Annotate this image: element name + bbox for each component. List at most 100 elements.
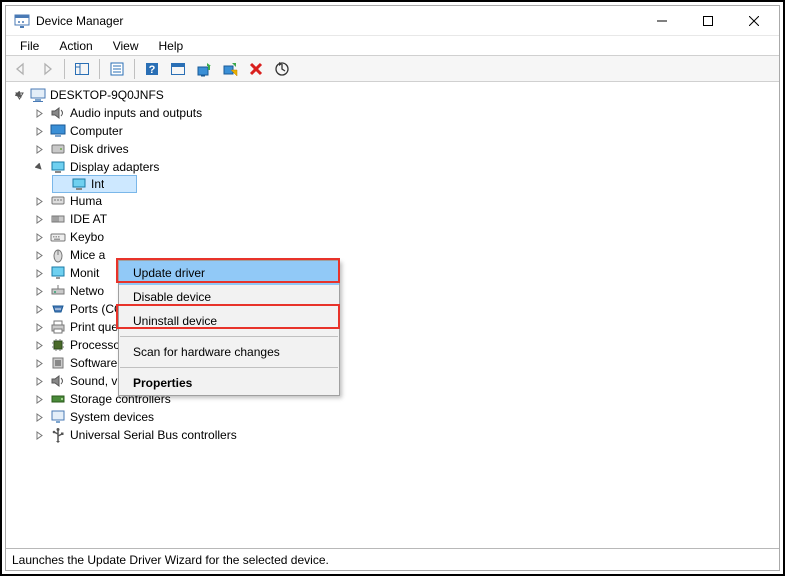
storage-controller-icon [50,391,66,407]
category-label: Computer [70,124,123,138]
monitor-icon [50,265,66,281]
minimize-button[interactable] [639,6,685,36]
port-icon [50,301,66,317]
expand-icon[interactable] [32,106,46,120]
menu-separator [120,367,338,368]
expand-icon[interactable] [32,124,46,138]
menu-view[interactable]: View [103,37,149,55]
forward-button[interactable] [36,58,58,80]
category-label: Netwo [70,284,104,298]
app-icon [14,13,30,29]
help-button[interactable]: ? [141,58,163,80]
menu-update-driver[interactable]: Update driver [119,261,339,285]
display-adapter-icon [50,159,66,175]
expand-icon[interactable] [32,212,46,226]
menu-scan-hardware[interactable]: Scan for hardware changes [119,340,339,364]
action-list-button[interactable] [167,58,189,80]
statusbar: Launches the Update Driver Wizard for th… [6,548,779,570]
category-label: Mice a [70,248,105,262]
expand-icon[interactable] [32,392,46,406]
root-node[interactable]: DESKTOP-9Q0JNFS [12,86,779,104]
titlebar: Device Manager [6,6,779,36]
category-display[interactable]: Display adapters [32,158,779,176]
disable-device-button[interactable] [219,58,241,80]
maximize-button[interactable] [685,6,731,36]
hid-icon [50,193,66,209]
expand-icon[interactable] [32,356,46,370]
usb-icon [50,427,66,443]
monitor-icon [50,123,66,139]
expand-icon[interactable] [32,266,46,280]
expand-icon[interactable] [32,230,46,244]
cpu-icon [50,337,66,353]
expand-icon[interactable] [32,194,46,208]
category-label: Keybo [70,230,104,244]
category-usb[interactable]: Universal Serial Bus controllers [32,426,779,444]
update-driver-button[interactable] [193,58,215,80]
device-display-child[interactable]: Int [52,175,137,193]
disk-icon [50,141,66,157]
menu-disable-device[interactable]: Disable device [119,285,339,309]
show-hide-console-tree-button[interactable] [71,58,93,80]
category-computer[interactable]: Computer [32,122,779,140]
category-disk[interactable]: Disk drives [32,140,779,158]
scan-hardware-button[interactable] [271,58,293,80]
expand-icon[interactable] [32,248,46,262]
properties-button[interactable] [106,58,128,80]
root-label: DESKTOP-9Q0JNFS [50,88,164,102]
menubar: File Action View Help [6,36,779,56]
context-menu: Update driver Disable device Uninstall d… [118,260,340,396]
category-label: IDE AT [70,212,107,226]
expand-icon[interactable] [32,428,46,442]
category-label: Monit [70,266,99,280]
ide-icon [50,211,66,227]
speaker-icon [50,105,66,121]
collapse-icon[interactable] [12,88,26,102]
menu-file[interactable]: File [10,37,49,55]
toolbar-separator [134,59,135,79]
menu-separator [120,336,338,337]
category-label: Audio inputs and outputs [70,106,202,120]
category-keyboards[interactable]: Keybo [32,228,779,246]
device-manager-window: Device Manager File Action View Help [5,5,780,571]
expand-icon[interactable] [32,302,46,316]
mouse-icon [50,247,66,263]
svg-text:?: ? [149,64,156,76]
expand-icon[interactable] [32,284,46,298]
category-label: Disk drives [70,142,129,156]
category-hid[interactable]: Huma [32,192,779,210]
system-device-icon [50,409,66,425]
category-ide[interactable]: IDE AT [32,210,779,228]
back-button[interactable] [10,58,32,80]
device-tree-container: DESKTOP-9Q0JNFS Audio inputs and outputs [6,82,779,548]
expand-icon[interactable] [32,374,46,388]
network-icon [50,283,66,299]
status-text: Launches the Update Driver Wizard for th… [12,553,329,567]
window-title: Device Manager [36,14,639,28]
printer-icon [50,319,66,335]
close-button[interactable] [731,6,777,36]
expand-icon[interactable] [32,320,46,334]
keyboard-icon [50,229,66,245]
category-label: Display adapters [70,160,159,174]
menu-help[interactable]: Help [149,37,194,55]
toolbar-separator [64,59,65,79]
category-system[interactable]: System devices [32,408,779,426]
toolbar: ? [6,56,779,82]
menu-properties[interactable]: Properties [119,371,339,395]
expand-icon[interactable] [32,410,46,424]
category-audio[interactable]: Audio inputs and outputs [32,104,779,122]
expand-icon[interactable] [32,338,46,352]
menu-action[interactable]: Action [49,37,102,55]
category-label: Universal Serial Bus controllers [70,428,237,442]
computer-icon [30,87,46,103]
sound-icon [50,373,66,389]
expand-icon[interactable] [32,142,46,156]
category-label: Huma [70,194,102,208]
software-icon [50,355,66,371]
category-label: System devices [70,410,154,424]
collapse-icon[interactable] [32,160,46,174]
uninstall-device-button[interactable] [245,58,267,80]
toolbar-separator [99,59,100,79]
menu-uninstall-device[interactable]: Uninstall device [119,309,339,333]
